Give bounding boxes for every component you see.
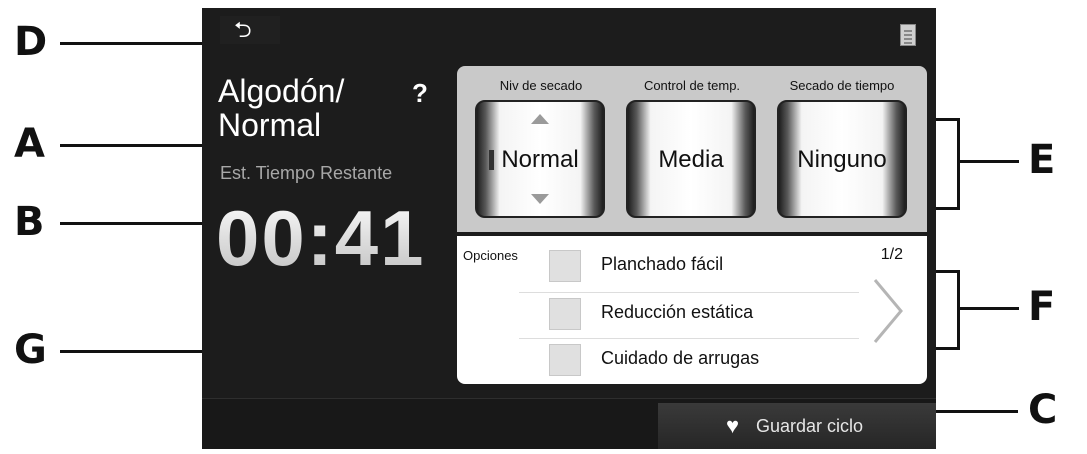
cycle-name-line2: Normal — [218, 107, 322, 143]
help-button[interactable]: ? — [412, 78, 428, 109]
option-checkbox[interactable] — [549, 250, 581, 282]
options-panel: Opciones 1/2 Planchado fácil Reducción e… — [457, 236, 927, 384]
option-label: Reducción estática — [601, 302, 754, 322]
time-dry-selector[interactable]: Ninguno — [777, 100, 907, 218]
dryer-screen: ⮌ Algodón/ Normal ? Est. Tiempo Restante… — [202, 8, 936, 449]
bottom-bar: ♥ Guardar ciclo — [202, 398, 936, 449]
option-wrinkle-care[interactable]: Cuidado de arrugas — [519, 338, 859, 382]
options-label: Opciones — [463, 248, 518, 263]
temp-control-value: Media — [658, 146, 724, 173]
callout-g-line — [60, 350, 205, 353]
time-dry-value: Ninguno — [797, 146, 887, 173]
document-icon[interactable] — [900, 24, 916, 46]
arrow-up-icon[interactable] — [531, 114, 549, 124]
callout-c-line — [936, 410, 1018, 413]
callout-d-line — [60, 42, 205, 45]
callout-b-line — [60, 222, 205, 225]
option-easy-iron[interactable]: Planchado fácil — [519, 244, 859, 288]
callout-d: D — [14, 19, 48, 65]
next-page-button[interactable] — [869, 276, 909, 346]
cycle-settings-panel: Niv de secado Control de temp. Secado de… — [457, 66, 927, 232]
dry-level-label: Niv de secado — [499, 78, 583, 93]
callout-c: C — [1028, 387, 1058, 433]
arrow-down-icon[interactable] — [531, 194, 549, 204]
chevron-right-icon — [873, 279, 903, 343]
back-button[interactable]: ⮌ — [220, 16, 280, 44]
callout-e: E — [1028, 137, 1056, 183]
callout-g: G — [14, 327, 47, 373]
option-checkbox[interactable] — [549, 298, 581, 330]
save-cycle-label: Guardar ciclo — [756, 416, 864, 436]
callout-b: B — [14, 199, 45, 245]
temp-control-label: Control de temp. — [643, 78, 741, 93]
callout-a-line — [60, 144, 205, 147]
dry-level-selector[interactable]: Normal — [475, 100, 605, 218]
option-label: Cuidado de arrugas — [601, 348, 760, 368]
option-checkbox[interactable] — [549, 344, 581, 376]
back-arrow-icon: ⮌ — [234, 17, 252, 42]
heart-icon: ♥ — [726, 413, 740, 438]
callout-f: F — [1028, 284, 1056, 330]
cycle-name: Algodón/ Normal — [218, 74, 388, 142]
dry-level-value: Normal — [501, 146, 579, 173]
callout-f-line — [957, 307, 1019, 310]
cycle-name-line1: Algodón/ — [218, 73, 345, 109]
option-static-reduction[interactable]: Reducción estática — [519, 292, 859, 336]
callout-a: A — [14, 121, 45, 167]
save-cycle-button[interactable]: ♥ Guardar ciclo — [658, 403, 936, 449]
time-dry-label: Secado de tiempo — [789, 78, 895, 93]
time-remaining-label: Est. Tiempo Restante — [220, 163, 393, 183]
page-indicator: 1/2 — [880, 246, 903, 263]
time-remaining-value: 00:41 — [216, 194, 426, 282]
option-label: Planchado fácil — [601, 254, 724, 274]
callout-e-line — [957, 160, 1019, 163]
temp-control-selector[interactable]: Media — [626, 100, 756, 218]
